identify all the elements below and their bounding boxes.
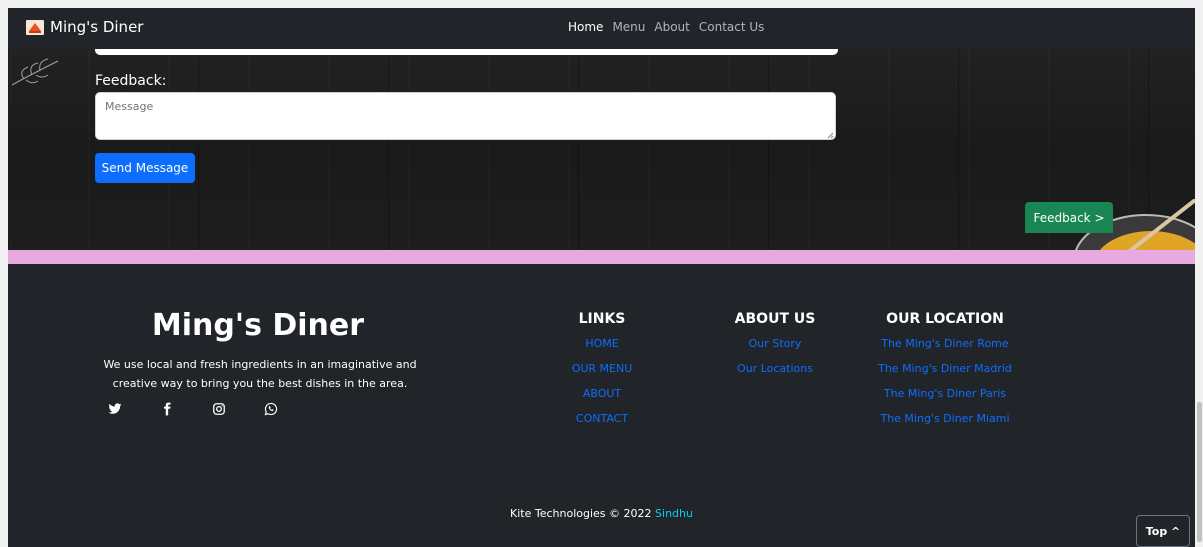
feedback-label: Feedback: xyxy=(95,73,167,89)
herb-decoration-icon xyxy=(11,58,59,86)
copyright-text: Kite Technologies © 2022 xyxy=(510,507,652,520)
author-link[interactable]: Sindhu xyxy=(655,507,693,520)
feedback-tab-button[interactable]: Feedback > xyxy=(1025,202,1113,233)
footer-link-our-locations[interactable]: Our Locations xyxy=(720,362,830,387)
section-divider xyxy=(8,250,1195,264)
copyright: Kite Technologies © 2022 Sindhu xyxy=(8,507,1195,520)
links-heading: LINKS xyxy=(578,311,626,327)
nav-link-contact[interactable]: Contact Us xyxy=(699,20,765,34)
nav-link-menu[interactable]: Menu xyxy=(612,20,645,34)
nav-link-about[interactable]: About xyxy=(654,20,689,34)
brand-name: Ming's Diner xyxy=(50,18,144,36)
location-link-paris[interactable]: The Ming's Diner Paris xyxy=(865,387,1025,412)
nav-links: Home Menu About Contact Us xyxy=(568,20,764,34)
location-link-miami[interactable]: The Ming's Diner Miami xyxy=(865,412,1025,437)
facebook-icon[interactable] xyxy=(160,401,174,416)
navbar: Ming's Diner Home Menu About Contact Us xyxy=(8,8,1195,49)
about-heading: ABOUT US xyxy=(734,311,816,327)
back-to-top-button[interactable]: Top ^ xyxy=(1136,515,1190,547)
message-textarea[interactable] xyxy=(95,92,836,140)
page-viewport: Ming's Diner Home Menu About Contact Us … xyxy=(8,8,1195,547)
social-links xyxy=(108,401,278,416)
whatsapp-icon[interactable] xyxy=(264,401,278,416)
diner-logo-icon xyxy=(26,19,44,35)
location-heading: OUR LOCATION xyxy=(886,311,1004,327)
instagram-icon[interactable] xyxy=(212,401,226,415)
page-scrollbar-thumb[interactable] xyxy=(1197,402,1202,542)
footer-link-our-story[interactable]: Our Story xyxy=(720,337,830,362)
footer-description: We use local and fresh ingredients in an… xyxy=(103,358,417,390)
footer-title: Ming's Diner xyxy=(151,308,365,343)
links-list: HOME OUR MENU ABOUT CONTACT xyxy=(552,337,652,437)
footer: Ming's Diner We use local and fresh ingr… xyxy=(8,264,1195,547)
footer-link-menu[interactable]: OUR MENU xyxy=(552,362,652,387)
footer-link-about[interactable]: ABOUT xyxy=(552,387,652,412)
contact-section: Feedback: Send Message Feedback > xyxy=(8,49,1195,250)
location-link-rome[interactable]: The Ming's Diner Rome xyxy=(865,337,1025,362)
send-message-button[interactable]: Send Message xyxy=(95,153,195,183)
nav-link-home[interactable]: Home xyxy=(568,20,603,34)
resize-grip-icon[interactable] xyxy=(826,131,834,139)
about-list: Our Story Our Locations xyxy=(720,337,830,387)
footer-link-home[interactable]: HOME xyxy=(552,337,652,362)
previous-input-field[interactable] xyxy=(95,49,838,55)
footer-link-contact[interactable]: CONTACT xyxy=(552,412,652,437)
navbar-brand[interactable]: Ming's Diner xyxy=(26,18,143,36)
twitter-icon[interactable] xyxy=(108,401,122,415)
location-list: The Ming's Diner Rome The Ming's Diner M… xyxy=(865,337,1025,437)
location-link-madrid[interactable]: The Ming's Diner Madrid xyxy=(865,362,1025,387)
